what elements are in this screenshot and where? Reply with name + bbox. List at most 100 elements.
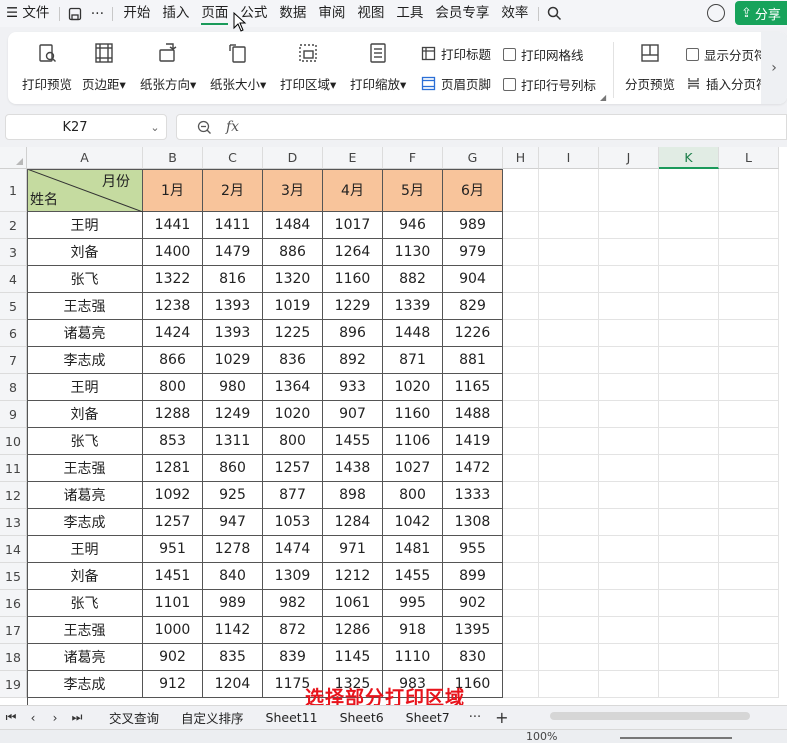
menu-item-review[interactable]: 审阅 xyxy=(312,0,351,27)
value-cell[interactable]: 1020 xyxy=(263,401,323,428)
value-cell[interactable]: 1249 xyxy=(203,401,263,428)
value-cell[interactable]: 904 xyxy=(443,266,503,293)
table-cell[interactable] xyxy=(599,509,659,536)
value-cell[interactable]: 1212 xyxy=(323,563,383,590)
zoom-search-icon[interactable] xyxy=(197,120,212,135)
row-header[interactable]: 13 xyxy=(0,509,27,536)
table-cell[interactable] xyxy=(599,590,659,617)
value-cell[interactable]: 1226 xyxy=(443,320,503,347)
table-cell[interactable] xyxy=(503,239,539,266)
row-header[interactable]: 4 xyxy=(0,266,27,293)
add-sheet-button[interactable]: + xyxy=(489,708,514,727)
name-cell[interactable]: 刘备 xyxy=(27,401,143,428)
table-cell[interactable] xyxy=(539,671,599,698)
value-cell[interactable]: 896 xyxy=(323,320,383,347)
value-cell[interactable]: 898 xyxy=(323,482,383,509)
value-cell[interactable]: 853 xyxy=(143,428,203,455)
name-cell[interactable]: 刘备 xyxy=(27,239,143,266)
month-header-cell[interactable]: 5月 xyxy=(383,169,443,212)
table-cell[interactable] xyxy=(599,374,659,401)
column-header[interactable]: G xyxy=(443,147,503,169)
table-cell[interactable] xyxy=(539,563,599,590)
month-header-cell[interactable]: 2月 xyxy=(203,169,263,212)
table-cell[interactable] xyxy=(599,347,659,374)
print-titles-button[interactable]: 打印标题 xyxy=(421,44,491,63)
value-cell[interactable]: 829 xyxy=(443,293,503,320)
row-header[interactable]: 9 xyxy=(0,401,27,428)
table-cell[interactable] xyxy=(539,212,599,239)
value-cell[interactable]: 871 xyxy=(383,347,443,374)
row-header[interactable]: 7 xyxy=(0,347,27,374)
sheet-tab[interactable]: 交叉查询 xyxy=(98,708,170,727)
table-cell[interactable] xyxy=(539,374,599,401)
value-cell[interactable]: 1308 xyxy=(443,509,503,536)
value-cell[interactable]: 882 xyxy=(383,266,443,293)
print-gridlines-checkbox[interactable]: 打印网格线 xyxy=(503,45,584,64)
table-cell[interactable] xyxy=(659,169,719,212)
table-cell[interactable] xyxy=(503,482,539,509)
table-cell[interactable] xyxy=(659,617,719,644)
table-cell[interactable] xyxy=(599,320,659,347)
table-cell[interactable] xyxy=(539,536,599,563)
value-cell[interactable]: 866 xyxy=(143,347,203,374)
value-cell[interactable]: 1042 xyxy=(383,509,443,536)
table-cell[interactable] xyxy=(599,671,659,698)
name-cell[interactable]: 王志强 xyxy=(27,455,143,482)
menu-item-data[interactable]: 数据 xyxy=(273,0,312,27)
table-cell[interactable] xyxy=(599,293,659,320)
print-preview-button[interactable]: 打印预览 xyxy=(22,40,72,93)
value-cell[interactable]: 902 xyxy=(443,590,503,617)
value-cell[interactable]: 980 xyxy=(203,374,263,401)
row-header[interactable]: 2 xyxy=(0,212,27,239)
chevron-down-icon[interactable]: ⌄ xyxy=(144,121,166,134)
value-cell[interactable]: 982 xyxy=(263,590,323,617)
table-cell[interactable] xyxy=(659,212,719,239)
table-cell[interactable] xyxy=(719,428,779,455)
name-cell[interactable]: 李志成 xyxy=(27,671,143,698)
value-cell[interactable]: 1101 xyxy=(143,590,203,617)
select-all-corner[interactable] xyxy=(0,147,27,169)
value-cell[interactable]: 1000 xyxy=(143,617,203,644)
save-icon[interactable] xyxy=(64,0,86,27)
value-cell[interactable]: 1142 xyxy=(203,617,263,644)
value-cell[interactable]: 1029 xyxy=(203,347,263,374)
value-cell[interactable]: 860 xyxy=(203,455,263,482)
table-cell[interactable] xyxy=(719,644,779,671)
more-options-icon[interactable]: ··· xyxy=(86,0,108,27)
name-cell[interactable]: 李志成 xyxy=(27,347,143,374)
ribbon-scroll-right-icon[interactable]: › xyxy=(761,32,787,104)
value-cell[interactable]: 1479 xyxy=(203,239,263,266)
name-box[interactable]: K27 ⌄ xyxy=(5,114,167,140)
value-cell[interactable]: 946 xyxy=(383,212,443,239)
value-cell[interactable]: 1333 xyxy=(443,482,503,509)
value-cell[interactable]: 1061 xyxy=(323,590,383,617)
table-cell[interactable] xyxy=(659,509,719,536)
value-cell[interactable]: 816 xyxy=(203,266,263,293)
table-cell[interactable] xyxy=(719,401,779,428)
table-cell[interactable] xyxy=(719,293,779,320)
insert-page-break-button[interactable]: 插入分页符 xyxy=(686,74,769,93)
table-cell[interactable] xyxy=(719,169,779,212)
table-cell[interactable] xyxy=(503,617,539,644)
name-cell[interactable]: 王明 xyxy=(27,374,143,401)
row-header[interactable]: 11 xyxy=(0,455,27,482)
value-cell[interactable]: 1400 xyxy=(143,239,203,266)
fx-icon[interactable]: fx xyxy=(226,119,239,135)
table-cell[interactable] xyxy=(503,455,539,482)
table-cell[interactable] xyxy=(659,590,719,617)
dialog-launcher-icon[interactable]: ◢ xyxy=(600,93,606,102)
table-cell[interactable] xyxy=(539,239,599,266)
table-cell[interactable] xyxy=(599,482,659,509)
month-header-cell[interactable]: 4月 xyxy=(323,169,383,212)
value-cell[interactable]: 933 xyxy=(323,374,383,401)
table-cell[interactable] xyxy=(539,509,599,536)
table-cell[interactable] xyxy=(659,428,719,455)
row-header[interactable]: 14 xyxy=(0,536,27,563)
name-cell[interactable]: 王明 xyxy=(27,212,143,239)
value-cell[interactable]: 872 xyxy=(263,617,323,644)
value-cell[interactable]: 1438 xyxy=(323,455,383,482)
value-cell[interactable]: 947 xyxy=(203,509,263,536)
column-header[interactable]: D xyxy=(263,147,323,169)
month-header-cell[interactable]: 1月 xyxy=(143,169,203,212)
value-cell[interactable]: 1281 xyxy=(143,455,203,482)
